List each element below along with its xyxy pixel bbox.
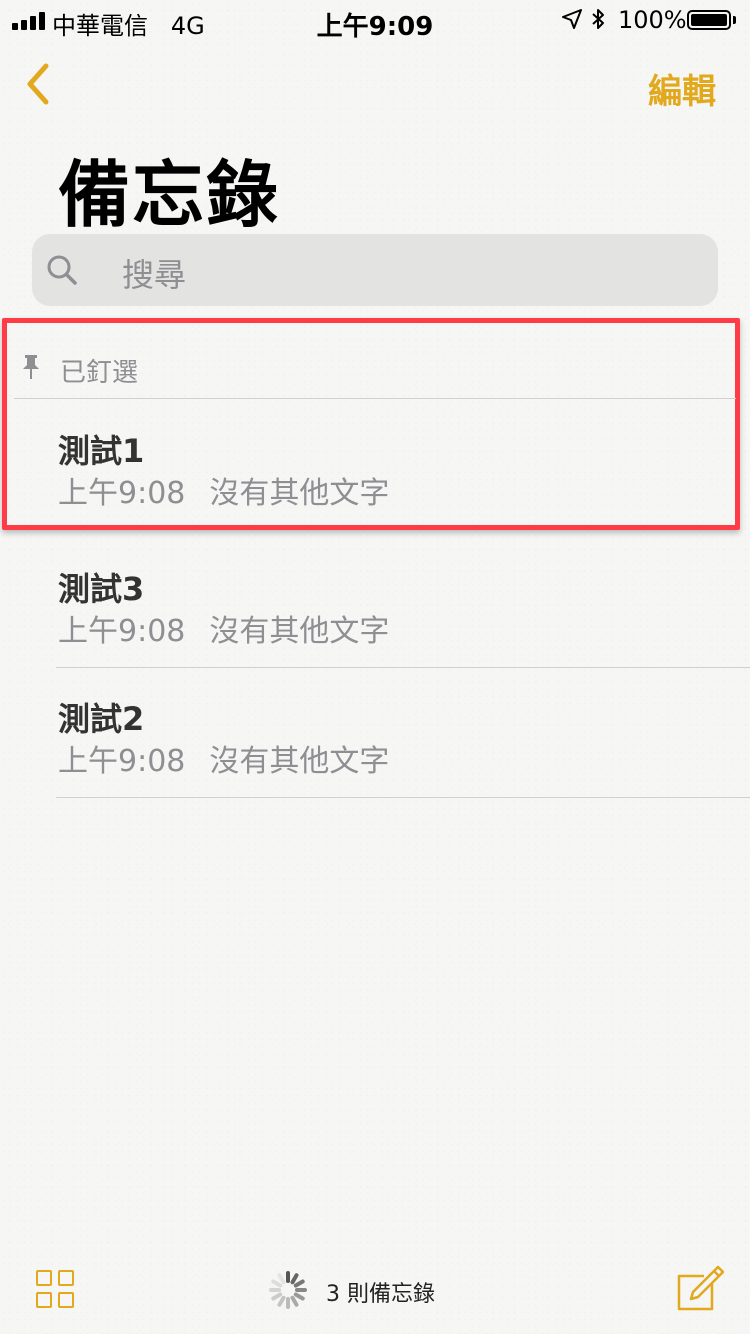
pinned-section-label: 已釘選 <box>60 358 139 388</box>
search-field[interactable]: 搜尋 <box>32 234 718 306</box>
battery-percent: 100% <box>618 6 687 34</box>
note-title: 測試3 <box>58 570 145 608</box>
note-time: 上午9:08 <box>58 476 186 511</box>
note-item-pinned[interactable]: 測試1 上午9:08 沒有其他文字 <box>0 400 750 520</box>
note-item[interactable]: 測試2 上午9:08 沒有其他文字 <box>0 670 750 790</box>
page-title: 備忘錄 <box>58 153 281 237</box>
search-placeholder: 搜尋 <box>122 256 187 294</box>
divider <box>56 667 750 668</box>
location-icon <box>562 9 582 29</box>
bluetooth-icon <box>592 9 604 29</box>
divider <box>14 398 736 399</box>
note-title: 測試2 <box>58 700 145 738</box>
compose-icon[interactable] <box>676 1264 724 1312</box>
status-bar: 中華電信 4G 上午9:09 100% <box>0 0 750 42</box>
note-preview: 沒有其他文字 <box>209 614 390 649</box>
note-subtitle: 上午9:08 沒有其他文字 <box>58 606 413 650</box>
pin-icon <box>23 355 39 379</box>
battery-icon <box>687 10 731 30</box>
note-item[interactable]: 測試3 上午9:08 沒有其他文字 <box>0 540 750 660</box>
edit-button[interactable]: 編輯 <box>648 64 716 113</box>
note-subtitle: 上午9:08 沒有其他文字 <box>58 468 413 512</box>
grid-icon[interactable] <box>36 1270 76 1310</box>
note-subtitle: 上午9:08 沒有其他文字 <box>58 736 413 780</box>
search-icon <box>47 255 77 285</box>
note-preview: 沒有其他文字 <box>209 744 390 779</box>
note-title: 測試1 <box>58 432 145 470</box>
chevron-left-icon[interactable] <box>22 60 52 108</box>
spinner-icon <box>269 1271 307 1309</box>
divider <box>56 797 750 798</box>
battery-tip <box>733 16 736 24</box>
note-preview: 沒有其他文字 <box>209 476 390 511</box>
note-time: 上午9:08 <box>58 744 186 779</box>
note-time: 上午9:08 <box>58 614 186 649</box>
note-count: 3 則備忘錄 <box>326 1282 435 1307</box>
